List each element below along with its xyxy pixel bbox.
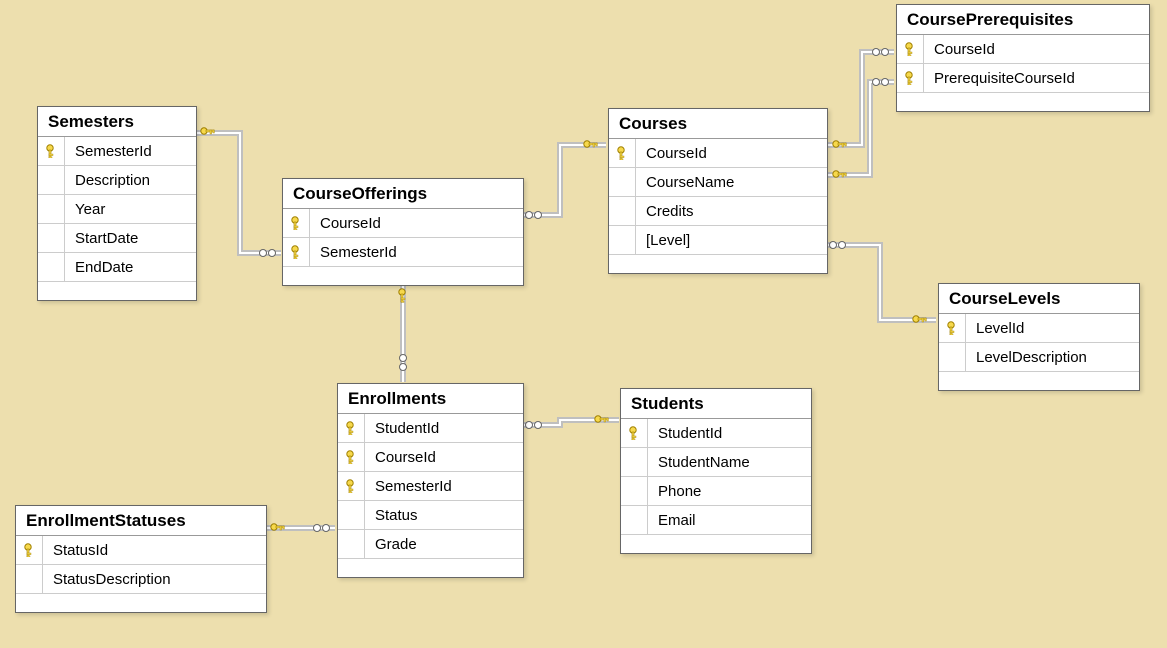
- column-name: StartDate: [65, 230, 148, 247]
- entity-students[interactable]: Students StudentId StudentName Phone Ema…: [620, 388, 812, 554]
- table-row[interactable]: StatusDescription: [16, 565, 266, 594]
- column-name: Grade: [365, 536, 427, 553]
- key-icon: [903, 42, 917, 56]
- entity-enrollments[interactable]: Enrollments StudentId CourseId SemesterI…: [337, 383, 524, 578]
- key-icon: [903, 71, 917, 85]
- table-row[interactable]: CourseId: [897, 35, 1149, 64]
- column-name: StudentId: [365, 420, 449, 437]
- table-row[interactable]: LevelId: [939, 314, 1139, 343]
- table-row[interactable]: SemesterId: [283, 238, 523, 267]
- column-name: PrerequisiteCourseId: [924, 70, 1085, 87]
- entity-title: EnrollmentStatuses: [16, 506, 266, 536]
- column-name: Description: [65, 172, 160, 189]
- column-name: StatusId: [43, 542, 118, 559]
- key-icon: [289, 216, 303, 230]
- column-name: EndDate: [65, 259, 143, 276]
- column-name: StudentId: [648, 425, 732, 442]
- table-row[interactable]: StudentId: [338, 414, 523, 443]
- entity-courses[interactable]: Courses CourseId CourseName Credits [Lev…: [608, 108, 828, 274]
- key-icon: [615, 146, 629, 160]
- entity-course-prerequisites[interactable]: CoursePrerequisites CourseId Prerequisit…: [896, 4, 1150, 112]
- entity-title: CourseLevels: [939, 284, 1139, 314]
- column-name: CourseName: [636, 174, 744, 191]
- column-name: CourseId: [365, 449, 446, 466]
- column-name: StatusDescription: [43, 571, 181, 588]
- entity-title: Enrollments: [338, 384, 523, 414]
- column-name: CourseId: [924, 41, 1005, 58]
- key-icon: [44, 144, 58, 158]
- table-row[interactable]: [Level]: [609, 226, 827, 255]
- table-row[interactable]: LevelDescription: [939, 343, 1139, 372]
- entity-title: Courses: [609, 109, 827, 139]
- column-name: SemesterId: [310, 244, 407, 261]
- table-row[interactable]: CourseName: [609, 168, 827, 197]
- column-name: CourseId: [310, 215, 391, 232]
- table-row[interactable]: StartDate: [38, 224, 196, 253]
- column-name: Credits: [636, 203, 704, 220]
- table-row[interactable]: Phone: [621, 477, 811, 506]
- table-row[interactable]: EndDate: [38, 253, 196, 282]
- table-row[interactable]: CourseId: [609, 139, 827, 168]
- key-icon: [289, 245, 303, 259]
- table-row[interactable]: SemesterId: [338, 472, 523, 501]
- column-name: Year: [65, 201, 115, 218]
- entity-title: CoursePrerequisites: [897, 5, 1149, 35]
- column-name: SemesterId: [365, 478, 462, 495]
- key-icon: [627, 426, 641, 440]
- entity-enrollment-statuses[interactable]: EnrollmentStatuses StatusId StatusDescri…: [15, 505, 267, 613]
- key-icon: [22, 543, 36, 557]
- entity-course-levels[interactable]: CourseLevels LevelId LevelDescription: [938, 283, 1140, 391]
- table-row[interactable]: CourseId: [283, 209, 523, 238]
- table-row[interactable]: Email: [621, 506, 811, 535]
- entity-course-offerings[interactable]: CourseOfferings CourseId SemesterId: [282, 178, 524, 286]
- table-row[interactable]: Status: [338, 501, 523, 530]
- table-row[interactable]: Description: [38, 166, 196, 195]
- key-icon: [344, 450, 358, 464]
- entity-title: Semesters: [38, 107, 196, 137]
- table-row[interactable]: CourseId: [338, 443, 523, 472]
- column-name: CourseId: [636, 145, 717, 162]
- table-row[interactable]: PrerequisiteCourseId: [897, 64, 1149, 93]
- entity-title: Students: [621, 389, 811, 419]
- key-icon: [945, 321, 959, 335]
- column-name: Phone: [648, 483, 711, 500]
- column-name: Status: [365, 507, 428, 524]
- entity-title: CourseOfferings: [283, 179, 523, 209]
- column-name: Email: [648, 512, 706, 529]
- column-name: [Level]: [636, 232, 700, 249]
- column-name: LevelId: [966, 320, 1034, 337]
- table-row[interactable]: StatusId: [16, 536, 266, 565]
- table-row[interactable]: SemesterId: [38, 137, 196, 166]
- table-row[interactable]: Year: [38, 195, 196, 224]
- key-icon: [344, 479, 358, 493]
- table-row[interactable]: StudentName: [621, 448, 811, 477]
- table-row[interactable]: Credits: [609, 197, 827, 226]
- column-name: StudentName: [648, 454, 760, 471]
- entity-semesters[interactable]: Semesters SemesterId Description Year St…: [37, 106, 197, 301]
- table-row[interactable]: Grade: [338, 530, 523, 559]
- table-row[interactable]: StudentId: [621, 419, 811, 448]
- key-icon: [344, 421, 358, 435]
- column-name: SemesterId: [65, 143, 162, 160]
- column-name: LevelDescription: [966, 349, 1097, 366]
